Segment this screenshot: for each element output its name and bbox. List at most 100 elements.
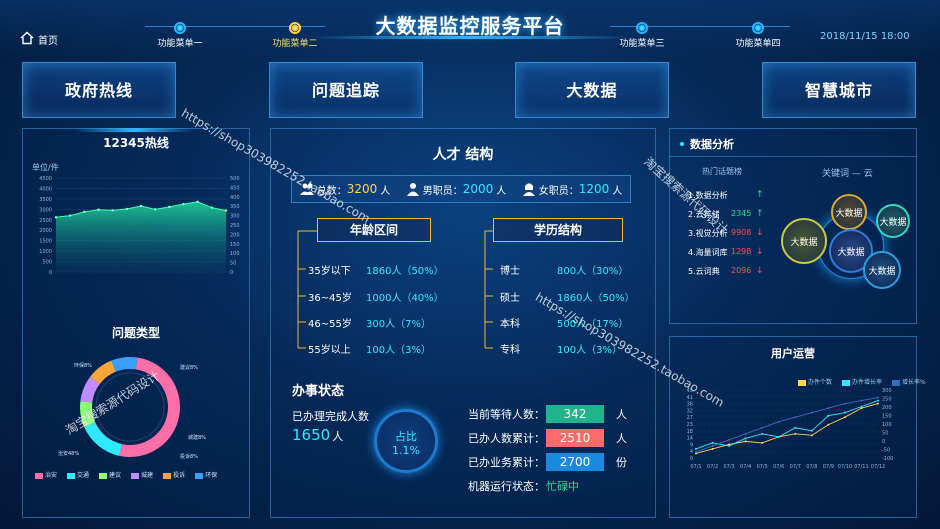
hot-item-value: 2345 — [731, 209, 752, 218]
machine-row: 机器运行状态： 忙碌中 — [468, 478, 579, 494]
done-count: 1650 人 — [292, 426, 343, 444]
age-row: 36~45岁 1000人（40%） — [308, 289, 468, 304]
hotline-point — [168, 205, 171, 209]
y2-tick-label: -100 — [882, 456, 893, 462]
age-row: 35岁以下 1860人（50%） — [308, 262, 468, 277]
business-unit: 份 — [616, 456, 627, 469]
series-point — [744, 432, 747, 435]
y-tick-label: 1000 — [39, 249, 52, 255]
age-row-value: 1860人（50%） — [366, 266, 444, 277]
x-tick-label: 07/3 — [723, 464, 734, 470]
series-point — [827, 407, 830, 410]
y-tick-label: 41 — [687, 395, 693, 401]
hot-item[interactable]: 3.视觉分析 9908 ↓ — [688, 228, 778, 240]
hot-item[interactable]: 5.云词典 2096 ↓ — [688, 266, 778, 278]
nav-button-bigdata[interactable]: 大数据 — [515, 62, 669, 118]
menu-dot-icon — [636, 22, 648, 34]
y-tick-label: 4000 — [39, 186, 52, 192]
legend-swatch — [195, 472, 204, 479]
menu-item-1[interactable]: 功能菜单一 — [135, 22, 225, 49]
hot-item-name: 4.海量词库 — [688, 248, 728, 257]
machine-value: 忙碌中 — [546, 480, 579, 493]
menu-label: 功能菜单四 — [735, 39, 781, 49]
y-tick-label: 32 — [687, 408, 693, 414]
data-analysis-title: 数据分析 — [690, 138, 734, 151]
y-tick-label: 27 — [687, 415, 693, 421]
keyword-bubble[interactable]: 大数据 — [831, 194, 867, 230]
stat-total-unit: 人 — [380, 185, 391, 197]
x-tick-label: 07/10 — [838, 464, 852, 470]
series-point — [860, 399, 863, 402]
x-tick-label: 07/8 — [806, 464, 817, 470]
arrow-down-icon: ↓ — [756, 247, 764, 257]
slice-label: 建议8% — [180, 364, 198, 371]
y2-tick-label: 350 — [230, 204, 240, 210]
done-label: 已办理完成人数 — [292, 410, 369, 423]
y2-tick-label: 400 — [230, 195, 240, 201]
stat-female-unit: 人 — [612, 185, 623, 197]
hotline-point — [83, 210, 86, 214]
arrow-up-icon: ↑ — [756, 190, 764, 200]
talent-title: 人才 结构 — [432, 147, 494, 163]
y2-tick-label: 150 — [230, 242, 240, 248]
x-tick-label: 07/12 — [871, 464, 885, 470]
menu-item-4[interactable]: 功能菜单四 — [713, 22, 803, 49]
series-point — [843, 402, 846, 405]
waiting-label: 当前等待人数： — [468, 408, 545, 421]
hot-item-name: 5.云词典 — [688, 267, 720, 276]
bullet-icon — [680, 142, 684, 146]
handled-value: 2510 — [546, 429, 604, 447]
edu-row-value: 1860人（50%） — [557, 293, 635, 304]
legend-item: 建议 — [99, 470, 121, 479]
handled-label: 已办人数累计： — [468, 432, 545, 445]
age-row-value: 1000人（40%） — [366, 293, 444, 304]
keyword-bubble[interactable]: 大数据 — [863, 251, 901, 289]
done-value: 1650 — [292, 426, 331, 444]
keyword-bubble[interactable]: 大数据 — [781, 218, 827, 264]
y-tick-label: 0 — [49, 270, 52, 276]
series-point — [695, 450, 697, 453]
y2-tick-label: 0 — [882, 439, 885, 445]
age-row-value: 300人（7%） — [366, 319, 431, 330]
y-tick-label: 18 — [687, 429, 693, 435]
legend-swatch — [131, 472, 140, 479]
slice-label: 环保8% — [74, 362, 92, 369]
y2-tick-label: 0 — [230, 270, 233, 276]
y-tick-label: 1500 — [39, 239, 52, 245]
y-tick-label: 14 — [687, 436, 693, 442]
nav-button-tracking[interactable]: 问题追踪 — [269, 62, 423, 118]
hot-item-value: 1298 — [731, 247, 752, 256]
slice-label: 城建8% — [188, 434, 206, 441]
x-tick-label: 07/5 — [757, 464, 768, 470]
nav-button-hotline[interactable]: 政府热线 — [22, 62, 176, 118]
home-link[interactable]: 首页 — [20, 31, 58, 48]
divider — [669, 156, 917, 157]
y2-tick-label: 300 — [230, 214, 240, 220]
series-point — [794, 426, 797, 429]
arrow-up-icon: ↑ — [756, 209, 764, 219]
keyword-title: 关键词 — 云 — [822, 169, 873, 179]
ratio-label: 占比 — [395, 430, 417, 443]
legend-label: 建议 — [109, 472, 122, 479]
hotline-point — [153, 208, 157, 211]
age-title: 年龄区间 — [317, 218, 431, 242]
y-tick-label: 3500 — [39, 197, 52, 203]
panel-glow — [74, 128, 194, 132]
x-tick-label: 07/11 — [854, 464, 868, 470]
series-point — [728, 444, 731, 447]
legend-swatch — [163, 472, 172, 479]
waiting-unit: 人 — [616, 408, 627, 421]
series-point — [695, 447, 697, 450]
keyword-bubble[interactable]: 大数据 — [876, 204, 910, 238]
hot-title: 热门话题榜 — [702, 167, 742, 176]
edu-row: 博士 800人（30%） — [500, 262, 650, 277]
hot-item[interactable]: 4.海量词库 1298 ↓ — [688, 247, 778, 259]
series-point — [744, 440, 747, 443]
y2-tick-label: 300 — [882, 388, 892, 394]
edu-row: 硕士 1860人（50%） — [500, 289, 650, 304]
handled-row: 已办人数累计： 2510 人 — [468, 429, 627, 447]
y2-tick-label: 250 — [230, 223, 240, 229]
nav-button-smartcity[interactable]: 智慧城市 — [762, 62, 916, 118]
menu-label: 功能菜单一 — [157, 39, 203, 49]
legend-label: 环保 — [205, 472, 218, 479]
